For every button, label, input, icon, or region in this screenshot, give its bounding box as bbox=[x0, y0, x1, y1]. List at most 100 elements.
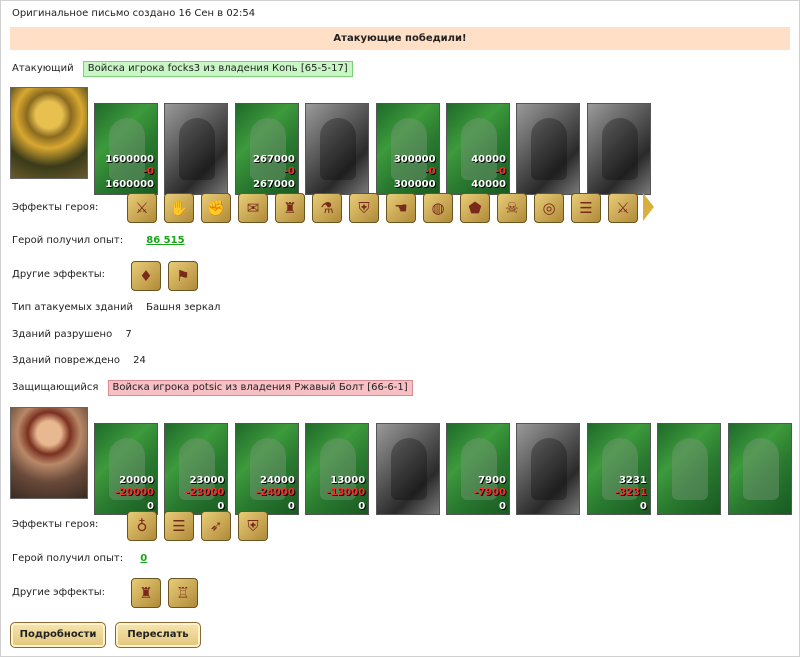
gauntlet-icon[interactable]: ✊ bbox=[201, 193, 231, 223]
unit-remaining: 1600000 bbox=[105, 179, 154, 190]
defender-exp-row: Герой получил опыт: 0 bbox=[12, 552, 147, 566]
parchment-icon-glyph: ☰ bbox=[579, 198, 593, 217]
attacker-label: Атакующий bbox=[12, 63, 74, 74]
blade-icon-glyph: ⚔ bbox=[616, 198, 630, 217]
attacker-exp-value[interactable]: 86 515 bbox=[146, 235, 184, 246]
unit-count: 267000 bbox=[253, 154, 295, 165]
green-armored-soldier-unit-card[interactable]: 1600000 -0 1600000 bbox=[94, 103, 158, 195]
defender-label: Защищающийся bbox=[12, 382, 99, 393]
shield-icon[interactable]: ⛨ bbox=[349, 193, 379, 223]
attacker-exp-row: Герой получил опыт: 86 515 bbox=[12, 234, 185, 248]
amulet-icon-glyph: ♁ bbox=[136, 516, 148, 535]
attacker-hero-portrait[interactable] bbox=[10, 87, 88, 179]
flag-icon-glyph: ⚑ bbox=[176, 266, 190, 285]
shield-icon[interactable]: ⛨ bbox=[238, 511, 268, 541]
tower-icon[interactable]: ♖ bbox=[168, 578, 198, 608]
green-paladin-unit-card[interactable]: 24000 -24000 0 bbox=[234, 423, 299, 515]
green-archer-icon bbox=[390, 118, 427, 180]
green-griffin-unit-card[interactable]: 13000 -13000 0 bbox=[305, 423, 370, 515]
green-paladin-unit-card[interactable]: 267000 -0 267000 bbox=[234, 103, 299, 195]
green-paladin-icon bbox=[249, 118, 286, 180]
result-banner: Атакующие победили! bbox=[10, 27, 790, 50]
unit-count: 13000 bbox=[330, 475, 366, 486]
building-type-row: Тип атакуемых зданий Башня зеркал bbox=[12, 301, 220, 315]
green-swordsman-unit-card[interactable]: 23000 -23000 0 bbox=[164, 423, 229, 515]
unit-remaining: 0 bbox=[639, 501, 647, 512]
scroll-icon[interactable]: ✉ bbox=[238, 193, 268, 223]
green-elf-warrior-unit-card[interactable]: 7900 -7900 0 bbox=[446, 423, 510, 515]
unit-lost: -24000 bbox=[255, 487, 295, 498]
hand-icon-glyph: ☚ bbox=[394, 198, 408, 217]
green-tower-1-unit-card[interactable] bbox=[657, 423, 722, 515]
scroll-right-arrow-icon[interactable] bbox=[643, 193, 654, 221]
building-type-value: Башня зеркал bbox=[146, 302, 221, 313]
unit-count: 3231 bbox=[618, 475, 647, 486]
unit-count: 23000 bbox=[189, 475, 225, 486]
green-tower-2-unit-card[interactable] bbox=[727, 423, 792, 515]
buildings-damaged-row: Зданий повреждено 24 bbox=[12, 354, 146, 368]
dark-knight-unit-card[interactable] bbox=[164, 103, 229, 195]
forward-button[interactable]: Переслать bbox=[115, 622, 201, 648]
demon-icon[interactable]: ☠ bbox=[497, 193, 527, 223]
gray-hooded-guard-unit-card[interactable] bbox=[516, 103, 581, 195]
gray-griffin-unit-card[interactable] bbox=[305, 103, 370, 195]
unit-remaining: 0 bbox=[499, 501, 506, 512]
gray-hooded-guard-icon bbox=[531, 118, 568, 180]
unit-count: 300000 bbox=[393, 154, 436, 165]
barrel-icon[interactable]: ◍ bbox=[423, 193, 453, 223]
shield-icon-glyph: ⛨ bbox=[247, 516, 259, 535]
parchment-icon[interactable]: ☰ bbox=[571, 193, 601, 223]
green-elf-warrior-icon bbox=[461, 118, 497, 180]
green-tower-1-icon bbox=[672, 438, 709, 500]
potion-icon[interactable]: ⚗ bbox=[312, 193, 342, 223]
defender-exp-value[interactable]: 0 bbox=[140, 553, 147, 564]
unit-lost: -20000 bbox=[115, 487, 154, 498]
bow-icon[interactable]: ➶ bbox=[201, 511, 231, 541]
ring-icon[interactable]: ◎ bbox=[534, 193, 564, 223]
unit-lost: -0 bbox=[424, 166, 436, 177]
bag-icon-glyph: ♦ bbox=[139, 266, 153, 285]
gray-mage-unit-card[interactable] bbox=[586, 103, 651, 195]
green-archer-unit-card[interactable]: 300000 -0 300000 bbox=[375, 103, 440, 195]
ring-icon-glyph: ◎ bbox=[542, 198, 556, 217]
green-tower-2-icon bbox=[742, 438, 779, 500]
unit-count: 24000 bbox=[260, 475, 295, 486]
green-elf-warrior-unit-card[interactable]: 40000 -0 40000 bbox=[446, 103, 510, 195]
barrel-icon-glyph: ◍ bbox=[431, 198, 445, 217]
sword-icon[interactable]: ⚔ bbox=[127, 193, 157, 223]
unit-remaining: 300000 bbox=[393, 179, 436, 190]
defender-hero-portrait[interactable] bbox=[10, 407, 88, 499]
green-armored-soldier-unit-card[interactable]: 20000 -20000 0 bbox=[94, 423, 158, 515]
pentagon-icon-glyph: ⬟ bbox=[468, 198, 482, 217]
amulet-icon[interactable]: ♁ bbox=[127, 511, 157, 541]
fortress-icon-glyph: ♜ bbox=[283, 198, 297, 217]
green-armored-soldier-icon bbox=[109, 118, 145, 180]
gray-hooded-guard-unit-card[interactable] bbox=[516, 423, 581, 515]
gray-archer-icon bbox=[390, 438, 427, 500]
unit-count: 20000 bbox=[119, 475, 154, 486]
shield-icon-glyph: ⛨ bbox=[358, 198, 370, 217]
hand-icon[interactable]: ☚ bbox=[386, 193, 416, 223]
unit-lost: -3231 bbox=[614, 487, 647, 498]
attacker-exp-label: Герой получил опыт: bbox=[12, 235, 124, 246]
handshake-icon[interactable]: ✋ bbox=[164, 193, 194, 223]
buildings-destroyed-value: 7 bbox=[125, 329, 132, 340]
unit-lost: -23000 bbox=[185, 487, 225, 498]
flag-icon[interactable]: ⚑ bbox=[168, 261, 198, 291]
bag-icon[interactable]: ♦ bbox=[131, 261, 161, 291]
details-button[interactable]: Подробности bbox=[10, 622, 106, 648]
fortress-icon[interactable]: ♜ bbox=[275, 193, 305, 223]
green-druid-unit-card[interactable]: 3231 -3231 0 bbox=[586, 423, 651, 515]
parchment-icon[interactable]: ☰ bbox=[164, 511, 194, 541]
attacker-hero-effects-label: Эффекты героя: bbox=[12, 202, 99, 213]
fortress-icon[interactable]: ♜ bbox=[131, 578, 161, 608]
building-type-label: Тип атакуемых зданий bbox=[12, 302, 133, 313]
gray-archer-unit-card[interactable] bbox=[375, 423, 440, 515]
gauntlet-icon-glyph: ✊ bbox=[206, 198, 226, 217]
sword-icon-glyph: ⚔ bbox=[135, 198, 149, 217]
defender-exp-label: Герой получил опыт: bbox=[12, 553, 124, 564]
pentagon-icon[interactable]: ⬟ bbox=[460, 193, 490, 223]
gray-griffin-icon bbox=[320, 118, 357, 180]
blade-icon[interactable]: ⚔ bbox=[608, 193, 638, 223]
scroll-icon-glyph: ✉ bbox=[246, 198, 260, 217]
